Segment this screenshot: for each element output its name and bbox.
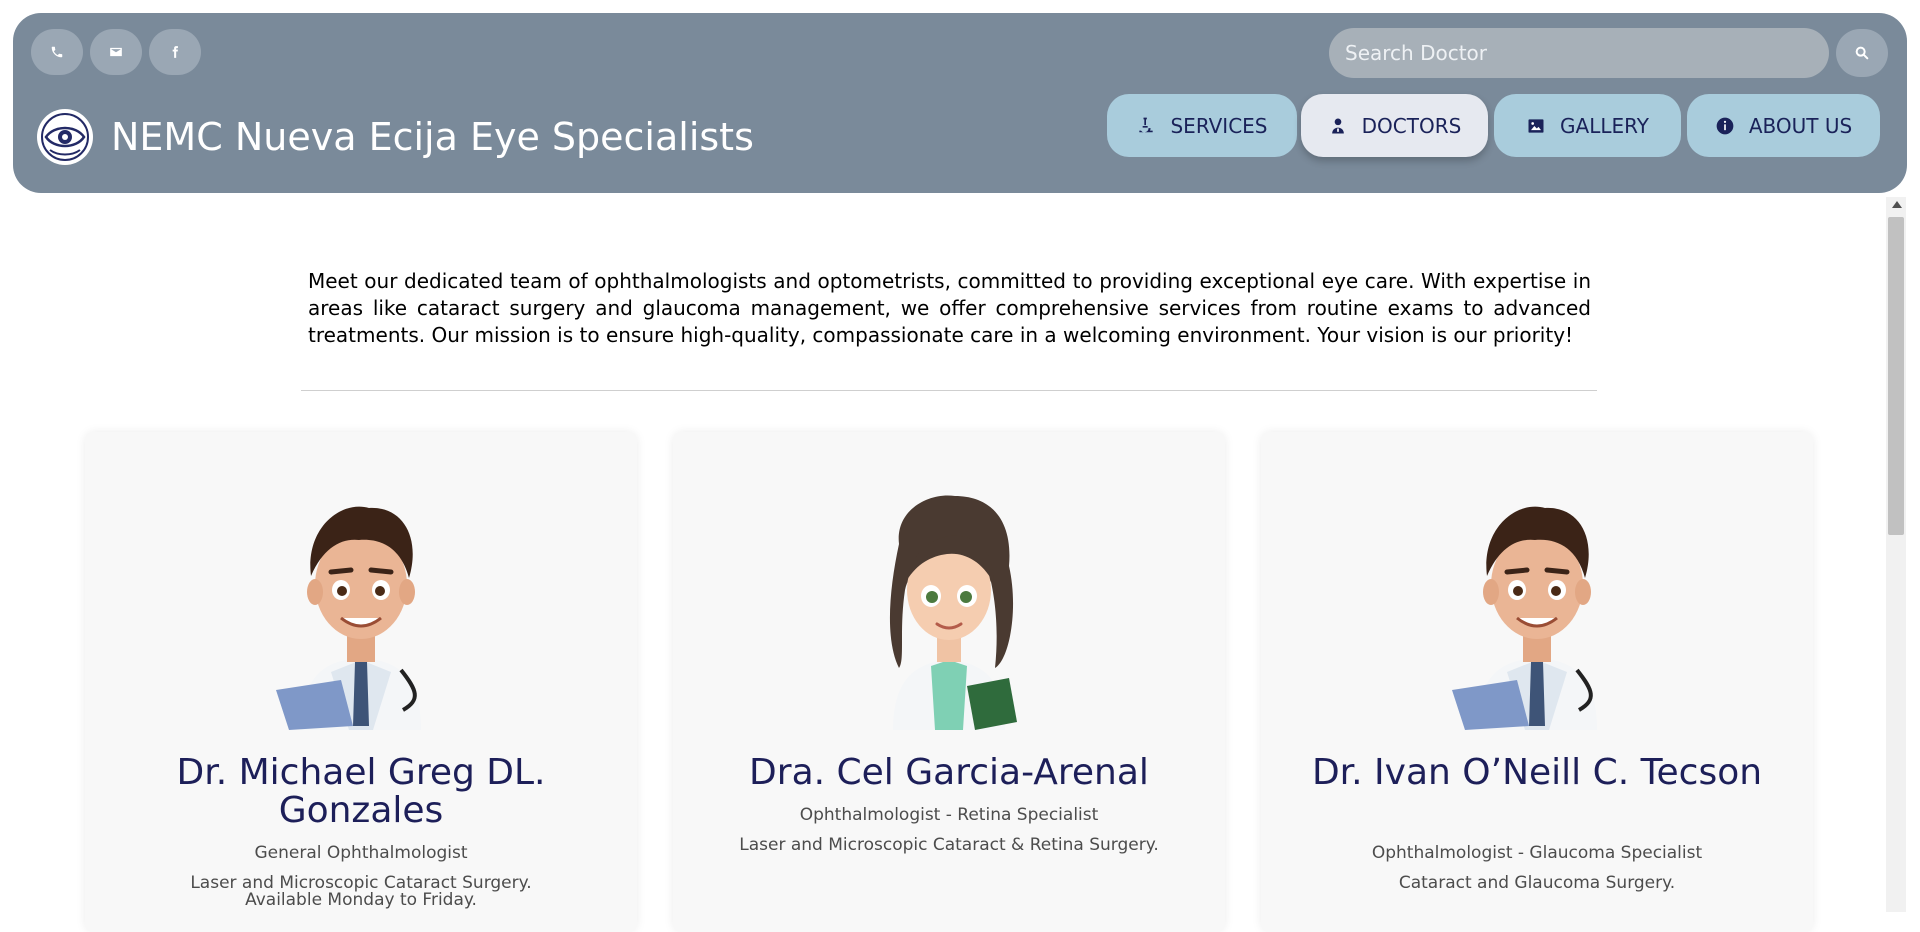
nav-about-label: ABOUT US	[1748, 113, 1853, 138]
doctor-card[interactable]: Dr. Ivan O’Neill C. Tecson Ophthalmologi…	[1261, 432, 1813, 932]
nav-gallery[interactable]: GALLERY	[1494, 94, 1681, 157]
nav-doctors-label: DOCTORS	[1361, 113, 1462, 138]
nav-services[interactable]: SERVICES	[1107, 94, 1297, 157]
doctor-detail: Available Monday to Friday.	[245, 890, 477, 910]
search-box	[1329, 28, 1829, 78]
doctor-specialty: General Ophthalmologist	[254, 843, 468, 863]
doctor-detail: Laser and Microscopic Cataract & Retina …	[739, 835, 1159, 855]
doctor-detail: Cataract and Glaucoma Surgery.	[1398, 873, 1676, 893]
doctor-avatar	[1452, 506, 1597, 730]
search-icon	[1855, 46, 1869, 60]
site-title: NEMC Nueva Ecija Eye Specialists	[111, 115, 754, 159]
eye-logo-icon	[37, 109, 93, 165]
facebook-icon	[172, 46, 178, 58]
search-input[interactable]	[1343, 40, 1829, 66]
doctor-specialty: Ophthalmologist - Glaucoma Specialist	[1371, 843, 1703, 863]
doctor-avatar	[276, 506, 421, 730]
doctor-name: Dra. Cel Garcia-Arenal	[749, 752, 1149, 793]
email-button[interactable]	[90, 29, 142, 75]
doctor-name: Dr. Michael Greg DL. Gonzales	[176, 752, 546, 831]
intro-text: Meet our dedicated team of ophthalmologi…	[308, 269, 1591, 347]
info-icon	[1716, 117, 1734, 134]
doctor-card[interactable]: Dr. Michael Greg DL. Gonzales General Op…	[85, 432, 637, 932]
image-icon	[1528, 118, 1544, 133]
facebook-button[interactable]	[149, 29, 201, 75]
intro-divider	[301, 390, 1597, 391]
scroll-up-arrow-icon[interactable]	[1892, 201, 1902, 208]
doctor-avatar	[889, 495, 1017, 730]
scroll-thumb[interactable]	[1888, 217, 1904, 535]
nav-gallery-label: GALLERY	[1560, 113, 1649, 138]
envelope-icon	[110, 47, 122, 57]
search-button[interactable]	[1836, 29, 1888, 77]
brand[interactable]: NEMC Nueva Ecija Eye Specialists	[37, 109, 754, 165]
phone-icon	[51, 46, 63, 58]
doctor-icon	[1331, 118, 1344, 133]
phone-button[interactable]	[31, 29, 83, 75]
doctor-specialty: Ophthalmologist - Retina Specialist	[799, 805, 1099, 825]
social-links	[31, 29, 201, 75]
microscope-icon	[1139, 117, 1154, 132]
page-scrollbar[interactable]	[1886, 197, 1906, 912]
doctor-card[interactable]: Dra. Cel Garcia-Arenal Ophthalmologist -…	[673, 432, 1225, 932]
nav-about[interactable]: ABOUT US	[1687, 94, 1880, 157]
nav-services-label: SERVICES	[1170, 113, 1268, 138]
doctor-name: Dr. Ivan O’Neill C. Tecson	[1311, 752, 1763, 793]
nav-doctors[interactable]: DOCTORS	[1301, 94, 1488, 157]
